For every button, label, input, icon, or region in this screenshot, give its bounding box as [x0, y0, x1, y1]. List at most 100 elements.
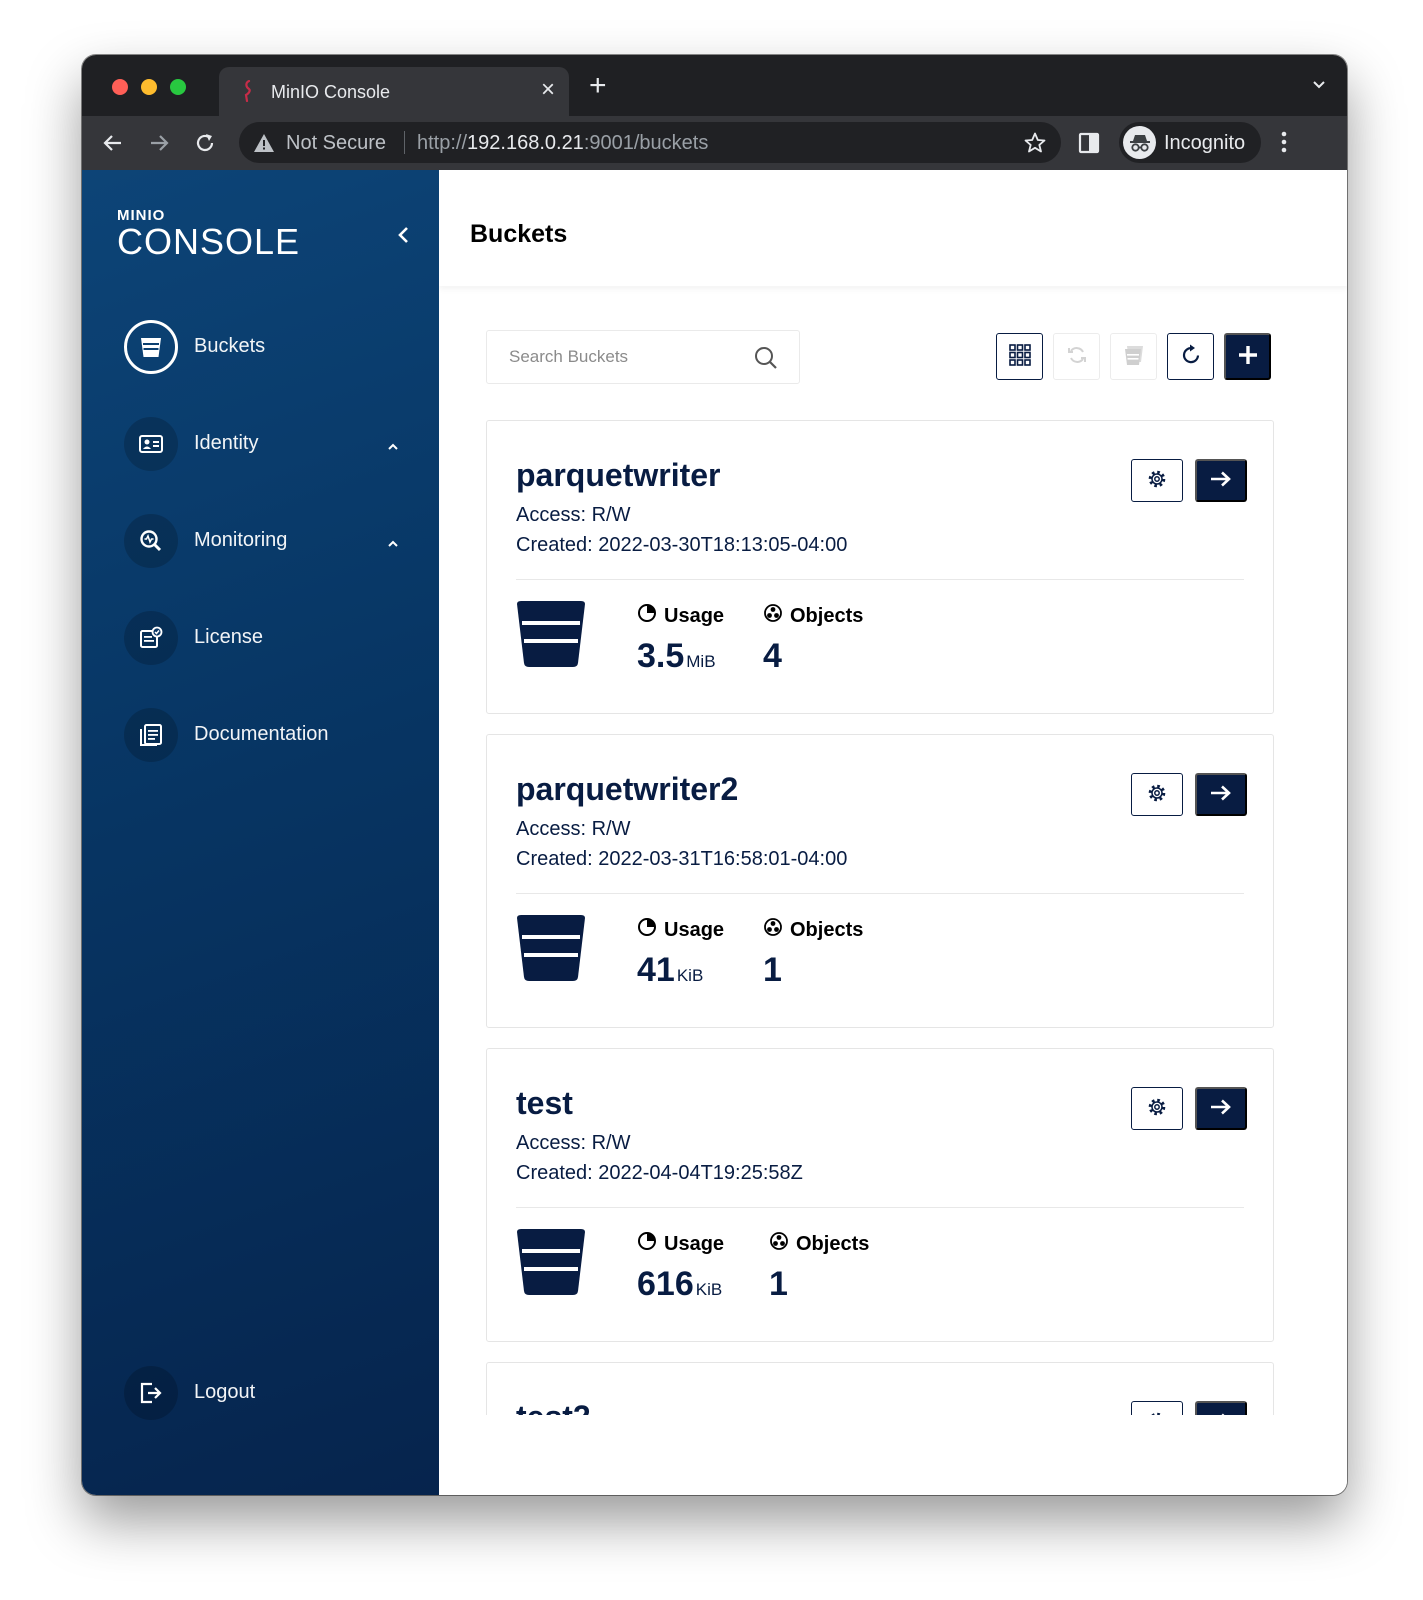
usage-value: 616 — [637, 1265, 694, 1303]
sidebar-item-documentation[interactable]: Documentation — [124, 708, 414, 762]
reload-icon[interactable] — [190, 128, 220, 158]
new-tab-button[interactable]: + — [589, 71, 607, 101]
bucket-card[interactable]: parquetwriter Access: R/W Created: 2022-… — [486, 420, 1274, 714]
arrow-right-icon — [1210, 784, 1232, 805]
main-content: Buckets Search Buckets parquetwriter Acc… — [439, 170, 1347, 1495]
search-input[interactable] — [509, 345, 739, 369]
bucket-card[interactable]: test Access: R/W Created: 2022-04-04T19:… — [486, 1048, 1274, 1342]
chevron-down-icon[interactable] — [1311, 77, 1327, 98]
collapse-sidebar-icon[interactable] — [394, 225, 414, 250]
bucket-created: Created: 2022-03-30T18:13:05-04:00 — [516, 534, 848, 556]
usage-stat: Usage 616 KiB — [637, 1231, 725, 1303]
browse-bucket-button[interactable] — [1195, 773, 1247, 816]
back-arrow-icon[interactable] — [98, 128, 128, 158]
bucket-settings-button[interactable] — [1131, 1401, 1183, 1415]
gear-icon — [1146, 468, 1168, 493]
sidebar-item-monitoring[interactable]: Monitoring — [124, 514, 414, 568]
bucket-list: parquetwriter Access: R/W Created: 2022-… — [486, 420, 1274, 1415]
side-panel-icon[interactable] — [1077, 131, 1101, 160]
replication-button[interactable] — [1053, 333, 1100, 380]
sidebar-item-license[interactable]: License — [124, 611, 414, 665]
refresh-button[interactable] — [1167, 333, 1214, 380]
security-label[interactable]: Not Secure — [286, 132, 386, 155]
search-icon[interactable] — [753, 345, 779, 376]
browse-bucket-button[interactable] — [1195, 1087, 1247, 1130]
sidebar-item-buckets[interactable]: Buckets — [124, 320, 414, 374]
usage-unit: KiB — [676, 966, 704, 985]
usage-value: 41 — [637, 951, 675, 989]
url-text[interactable]: http://192.168.0.21:9001/buckets — [417, 132, 708, 155]
buckets-stack-icon — [1122, 343, 1146, 370]
tab-title: MinIO Console — [271, 82, 391, 102]
multi-bucket-button[interactable] — [1110, 333, 1157, 380]
monitoring-icon — [124, 514, 178, 568]
bookmark-star-icon[interactable] — [1023, 131, 1047, 160]
license-icon — [124, 611, 178, 665]
usage-stat: Usage 41 KiB — [637, 917, 725, 989]
minio-flamingo-icon — [239, 79, 257, 107]
window-zoom-button[interactable] — [170, 79, 186, 95]
address-separator — [404, 131, 405, 154]
browser-tab[interactable]: MinIO Console × — [219, 67, 569, 116]
objects-value: 1 — [763, 951, 782, 989]
bucket-icon — [517, 1229, 585, 1300]
bucket-name[interactable]: test2 — [516, 1399, 591, 1415]
minio-console-app: MINIO CONSOLE Buckets Identity Monitorin… — [82, 170, 1347, 1495]
bucket-settings-button[interactable] — [1131, 773, 1183, 816]
bucket-icon — [517, 915, 585, 986]
browser-toolbar: Not Secure http://192.168.0.21:9001/buck… — [82, 116, 1347, 170]
bucket-name[interactable]: parquetwriter — [516, 457, 720, 494]
bucket-settings-button[interactable] — [1131, 459, 1183, 502]
sidebar-item-logout[interactable]: Logout — [124, 1366, 414, 1420]
bucket-settings-button[interactable] — [1131, 1087, 1183, 1130]
sidebar-item-identity[interactable]: Identity — [124, 417, 414, 471]
bucket-access: Access: R/W — [516, 504, 631, 526]
arrow-right-icon — [1210, 470, 1232, 491]
objects-stat: Objects 1 — [763, 917, 864, 989]
sidebar: MINIO CONSOLE Buckets Identity Monitorin… — [82, 170, 439, 1495]
gear-icon — [1146, 1096, 1168, 1121]
objects-icon — [763, 917, 783, 943]
pie-chart-icon — [637, 1231, 657, 1257]
refresh-icon — [1179, 343, 1203, 370]
objects-stat: Objects 4 — [763, 603, 864, 675]
card-divider — [516, 1207, 1244, 1208]
usage-unit: MiB — [686, 652, 716, 671]
chevron-up-icon[interactable] — [386, 536, 400, 554]
bucket-icon — [517, 601, 585, 672]
objects-value: 4 — [763, 637, 782, 675]
minio-console-logo[interactable]: MINIO CONSOLE — [117, 208, 300, 260]
incognito-profile-button[interactable]: Incognito — [1119, 122, 1261, 163]
browser-menu-icon[interactable] — [1280, 130, 1288, 159]
forward-arrow-icon[interactable] — [144, 128, 174, 158]
page-title: Buckets — [470, 220, 568, 248]
warning-icon[interactable] — [253, 133, 275, 158]
grid-view-button[interactable] — [996, 333, 1043, 380]
chevron-up-icon[interactable] — [386, 439, 400, 457]
objects-icon — [763, 603, 783, 629]
incognito-icon — [1123, 126, 1156, 159]
address-bar[interactable]: Not Secure http://192.168.0.21:9001/buck… — [239, 122, 1061, 163]
window-minimize-button[interactable] — [141, 79, 157, 95]
bucket-card[interactable]: parquetwriter2 Access: R/W Created: 2022… — [486, 734, 1274, 1028]
bucket-card[interactable]: test2 — [486, 1362, 1274, 1415]
browse-bucket-button[interactable] — [1195, 1401, 1247, 1415]
objects-value: 1 — [769, 1265, 788, 1303]
search-box — [486, 330, 800, 384]
window-close-button[interactable] — [112, 79, 128, 95]
browse-bucket-button[interactable] — [1195, 459, 1247, 502]
usage-stat: Usage 3.5 MiB — [637, 604, 725, 675]
pie-chart-icon — [637, 917, 657, 943]
bucket-name[interactable]: test — [516, 1085, 573, 1122]
arrow-right-icon — [1210, 1098, 1232, 1119]
browser-window: MinIO Console × + Not Secure http://192.… — [82, 55, 1347, 1495]
incognito-label: Incognito — [1164, 132, 1246, 154]
bucket-created: Created: 2022-03-31T16:58:01-04:00 — [516, 848, 848, 870]
gear-icon — [1146, 782, 1168, 807]
browser-tab-bar: MinIO Console × + — [82, 55, 1347, 116]
bucket-access: Access: R/W — [516, 1132, 631, 1154]
create-bucket-button[interactable] — [1224, 333, 1271, 380]
usage-value: 3.5 — [637, 637, 685, 675]
close-tab-icon[interactable]: × — [541, 78, 555, 102]
bucket-name[interactable]: parquetwriter2 — [516, 771, 738, 808]
